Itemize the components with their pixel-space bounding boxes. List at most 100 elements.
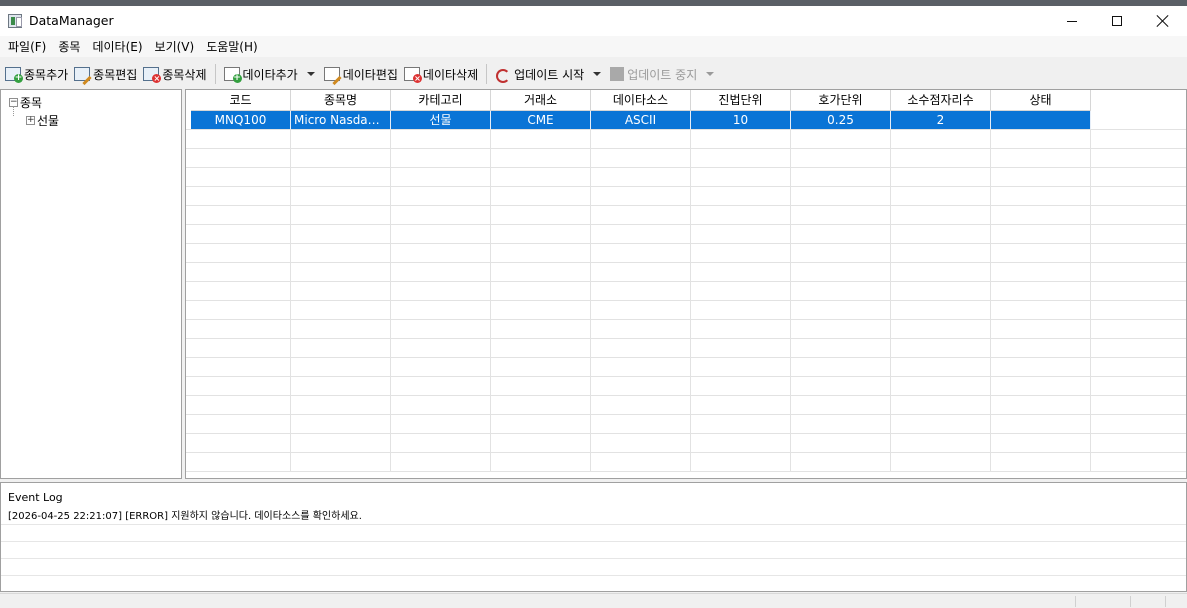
cell-empty <box>691 453 791 471</box>
cell-empty <box>191 453 291 471</box>
maximize-button[interactable] <box>1094 6 1140 36</box>
edit-symbol-icon <box>74 67 92 86</box>
column-header-ticksize[interactable]: 호가단위 <box>791 90 891 111</box>
event-log-title: Event Log <box>8 491 63 504</box>
add-data-label: 데이타추가 <box>242 67 298 82</box>
cell-ticksize[interactable]: 0.25 <box>791 111 891 129</box>
status-divider <box>1075 596 1076 607</box>
cell-empty <box>891 358 991 376</box>
column-header-exchange[interactable]: 거래소 <box>491 90 591 111</box>
start-update-label: 업데이트 시작 <box>514 67 585 82</box>
edit-data-label: 데이타편집 <box>342 67 398 82</box>
edit-data-button[interactable]: 데이타편집 <box>321 63 401 86</box>
cell-empty <box>391 301 491 319</box>
cell-empty <box>791 282 891 300</box>
cell-status[interactable] <box>991 111 1091 129</box>
column-header-status[interactable]: 상태 <box>991 90 1091 111</box>
cell-empty <box>291 130 391 148</box>
cell-empty <box>791 415 891 433</box>
edit-data-icon <box>323 67 342 86</box>
table-row-empty <box>186 244 1186 263</box>
tree-node-futures[interactable]: + 선물 <box>26 112 59 129</box>
cell-empty <box>191 244 291 262</box>
status-bar <box>0 593 1187 608</box>
cell-empty <box>391 282 491 300</box>
menu-data[interactable]: 데이타(E) <box>86 37 148 57</box>
menu-help[interactable]: 도움말(H) <box>200 37 264 57</box>
add-symbol-button[interactable]: + 종목추가 <box>2 63 71 85</box>
log-entry[interactable]: [2026-04-25 22:21:07] [ERROR] 지원하지 않습니다.… <box>1 508 1186 525</box>
event-log-panel[interactable]: Event Log [2026-04-25 22:21:07] [ERROR] … <box>0 482 1187 592</box>
cell-empty <box>391 263 491 281</box>
cell-empty <box>991 301 1091 319</box>
cell-empty <box>191 263 291 281</box>
add-data-button[interactable]: + 데이타추가 <box>221 63 301 85</box>
cell-datasource[interactable]: ASCII <box>591 111 691 129</box>
grid-body: MNQ100 Micro Nasdaq ... 선물 CME ASCII 10 … <box>186 111 1186 472</box>
cell-empty <box>991 339 1091 357</box>
cell-code[interactable]: MNQ100 <box>191 111 291 129</box>
table-row-empty <box>186 130 1186 149</box>
close-button[interactable] <box>1140 6 1186 36</box>
cell-name[interactable]: Micro Nasdaq ... <box>291 111 391 129</box>
stop-update-dropdown-icon[interactable] <box>706 72 715 76</box>
cell-empty <box>791 453 891 471</box>
cell-empty <box>491 225 591 243</box>
cell-empty <box>291 206 391 224</box>
cell-empty <box>691 149 791 167</box>
start-update-dropdown-icon[interactable] <box>593 72 602 76</box>
start-update-button[interactable]: 업데이트 시작 <box>492 63 587 85</box>
edit-symbol-button[interactable]: 종목편집 <box>71 63 140 86</box>
cell-empty <box>291 377 391 395</box>
menu-bar: 파일(F) 종목 데이타(E) 보기(V) 도움말(H) <box>0 36 1187 57</box>
status-divider <box>1130 596 1131 607</box>
symbol-tree[interactable]: − 종목 + 선물 <box>0 89 182 479</box>
add-data-dropdown-icon[interactable] <box>306 72 315 76</box>
add-data-icon: + <box>223 67 242 83</box>
cell-decimals[interactable]: 2 <box>891 111 991 129</box>
column-header-datasource[interactable]: 데이타소스 <box>591 90 691 111</box>
cell-empty <box>491 206 591 224</box>
cell-radix[interactable]: 10 <box>691 111 791 129</box>
column-header-name[interactable]: 종목명 <box>291 90 391 111</box>
table-row-empty <box>186 434 1186 453</box>
cell-exchange[interactable]: CME <box>491 111 591 129</box>
cell-empty <box>991 149 1091 167</box>
cell-empty <box>991 358 1091 376</box>
minimize-button[interactable] <box>1049 6 1095 36</box>
menu-view[interactable]: 보기(V) <box>149 37 201 57</box>
cell-empty <box>591 225 691 243</box>
cell-empty <box>591 453 691 471</box>
title-bar[interactable]: DataManager <box>0 6 1187 36</box>
status-divider <box>1165 596 1166 607</box>
cell-empty <box>391 130 491 148</box>
symbol-grid[interactable]: 코드 종목명 카테고리 거래소 데이타소스 진법단위 호가단위 소수점자리수 상… <box>185 89 1187 479</box>
cell-empty <box>991 263 1091 281</box>
cell-empty <box>591 206 691 224</box>
delete-symbol-button[interactable]: × 종목삭제 <box>140 63 209 85</box>
cell-empty <box>391 377 491 395</box>
tree-connector <box>13 106 14 116</box>
column-header-category[interactable]: 카테고리 <box>391 90 491 111</box>
delete-data-button[interactable]: × 데이타삭제 <box>401 63 481 85</box>
cell-empty <box>691 339 791 357</box>
cell-empty <box>691 168 791 186</box>
stop-update-button[interactable]: 업데이트 중지 <box>607 63 700 85</box>
column-header-code[interactable]: 코드 <box>191 90 291 111</box>
table-row[interactable]: MNQ100 Micro Nasdaq ... 선물 CME ASCII 10 … <box>186 111 1186 130</box>
cell-empty <box>891 377 991 395</box>
menu-file[interactable]: 파일(F) <box>2 37 52 57</box>
menu-symbol[interactable]: 종목 <box>52 37 86 57</box>
cell-empty <box>291 168 391 186</box>
column-header-decimals[interactable]: 소수점자리수 <box>891 90 991 111</box>
cell-empty <box>191 396 291 414</box>
cell-empty <box>491 453 591 471</box>
cell-category[interactable]: 선물 <box>391 111 491 129</box>
cell-empty <box>891 320 991 338</box>
cell-empty <box>391 415 491 433</box>
expand-icon[interactable]: + <box>26 116 35 125</box>
cell-empty <box>691 396 791 414</box>
column-header-radix[interactable]: 진법단위 <box>691 90 791 111</box>
cell-empty <box>391 225 491 243</box>
cell-empty <box>491 320 591 338</box>
